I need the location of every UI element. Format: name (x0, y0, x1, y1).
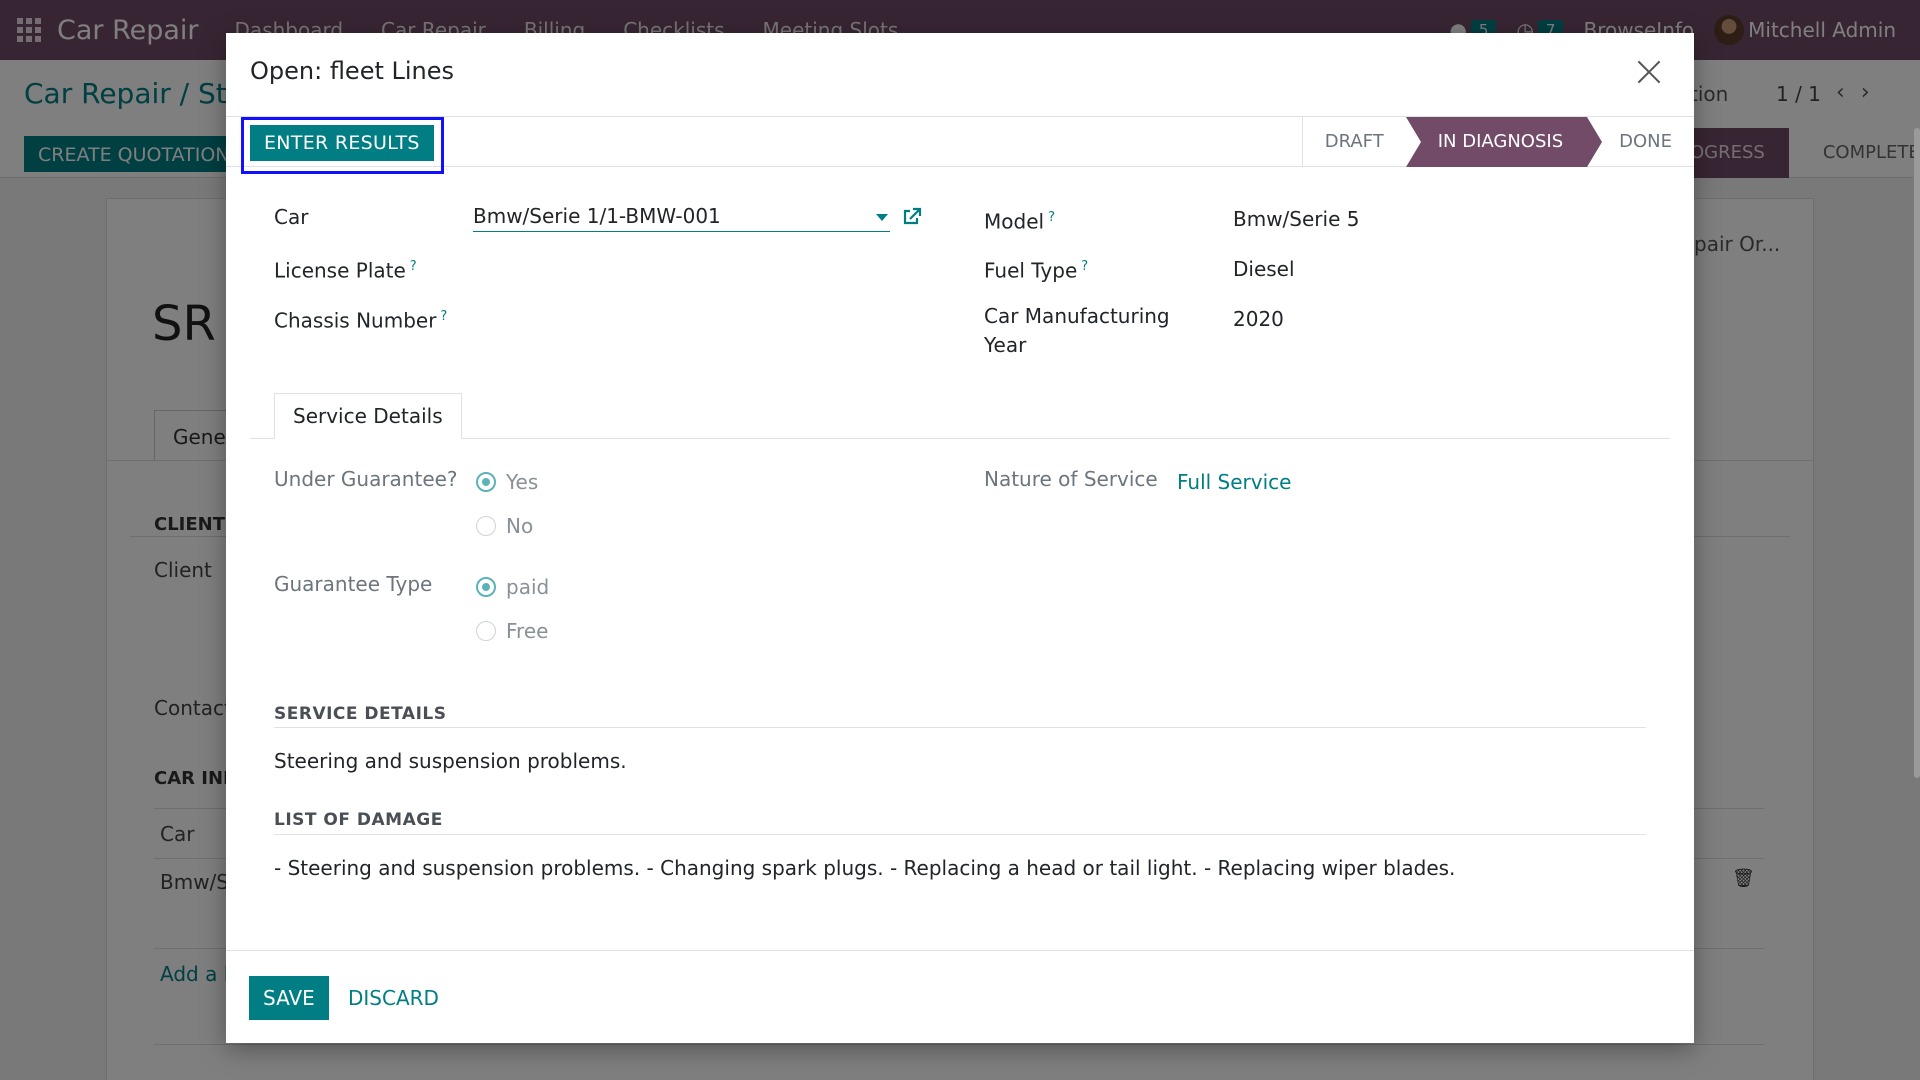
model-label-text: Model (984, 209, 1045, 234)
model-label: Model? (984, 203, 1055, 237)
manufacturing-year-label-line2: Year (984, 333, 1027, 357)
dialog-footer: SAVE DISCARD (226, 950, 1694, 1043)
radio-unchecked-icon[interactable] (476, 516, 496, 536)
model-value: Bmw/Serie 5 (1233, 207, 1360, 231)
guarantee-radio-no[interactable]: No (476, 514, 533, 538)
save-button[interactable]: SAVE (249, 976, 329, 1020)
help-question-icon[interactable]: ? (1081, 259, 1088, 274)
page-scrollbar[interactable] (1914, 128, 1920, 778)
dialog-title: Open: fleet Lines (250, 57, 455, 85)
service-details-text[interactable]: Steering and suspension problems. (274, 749, 627, 773)
dialog-header: Open: fleet Lines (226, 33, 1694, 117)
chevron-down-icon[interactable] (876, 214, 888, 221)
discard-button[interactable]: DISCARD (348, 986, 439, 1010)
help-question-icon[interactable]: ? (410, 259, 417, 274)
help-question-icon[interactable]: ? (440, 309, 447, 324)
radio-checked-icon[interactable] (476, 577, 496, 597)
tab-nav-line (250, 438, 1670, 439)
radio-checked-icon[interactable] (476, 472, 496, 492)
manufacturing-year-label-line1: Car Manufacturing (984, 304, 1170, 328)
external-link-icon[interactable] (902, 207, 922, 227)
fuel-type-label-text: Fuel Type (984, 258, 1078, 283)
car-value: Bmw/Serie 1/1-BMW-001 (473, 204, 721, 228)
service-details-divider (274, 727, 1646, 728)
fuel-type-label: Fuel Type? (984, 252, 1088, 286)
fleet-lines-dialog: Open: fleet Lines ENTER RESULTS DRAFT IN… (226, 33, 1694, 1043)
car-label: Car (274, 205, 309, 229)
fuel-type-value: Diesel (1233, 257, 1295, 281)
nature-of-service-label: Nature of Service (984, 467, 1158, 491)
guarantee-type-paid-label: paid (506, 575, 550, 599)
nature-of-service-value[interactable]: Full Service (1177, 470, 1291, 494)
license-plate-label: License Plate? (274, 252, 417, 286)
chassis-number-label: Chassis Number? (274, 302, 447, 336)
guarantee-type-radio-paid[interactable]: paid (476, 575, 549, 599)
under-guarantee-label: Under Guarantee? (274, 467, 458, 491)
manufacturing-year-label: Car Manufacturing Year (984, 302, 1170, 360)
guarantee-type-free-label: Free (506, 619, 549, 643)
guarantee-no-label: No (506, 514, 534, 538)
guarantee-type-radio-free[interactable]: Free (476, 619, 548, 643)
list-of-damage-text[interactable]: - Steering and suspension problems. - Ch… (274, 856, 1455, 880)
guarantee-type-label: Guarantee Type (274, 572, 433, 596)
stage-draft[interactable]: DRAFT (1303, 117, 1406, 167)
license-plate-label-text: License Plate (274, 258, 406, 283)
dialog-statusbar: ENTER RESULTS DRAFT IN DIAGNOSIS DONE (226, 117, 1694, 174)
service-details-heading: SERVICE DETAILS (274, 704, 447, 724)
guarantee-radio-yes[interactable]: Yes (476, 470, 538, 494)
stage-done[interactable]: DONE (1587, 117, 1694, 167)
help-question-icon[interactable]: ? (1048, 210, 1055, 225)
stage-in-diagnosis[interactable]: IN DIAGNOSIS (1405, 117, 1603, 167)
stage-bar: DRAFT IN DIAGNOSIS DONE (1301, 117, 1694, 167)
close-icon[interactable] (1634, 57, 1664, 87)
car-field[interactable]: Bmw/Serie 1/1-BMW-001 (473, 202, 890, 232)
manufacturing-year-value: 2020 (1233, 307, 1284, 331)
tab-service-details[interactable]: Service Details (274, 393, 462, 439)
highlight-box (241, 117, 444, 174)
radio-unchecked-icon[interactable] (476, 621, 496, 641)
list-of-damage-heading: LIST OF DAMAGE (274, 810, 443, 830)
list-of-damage-divider (274, 834, 1646, 835)
guarantee-yes-label: Yes (506, 470, 539, 494)
chassis-number-label-text: Chassis Number (274, 308, 437, 333)
